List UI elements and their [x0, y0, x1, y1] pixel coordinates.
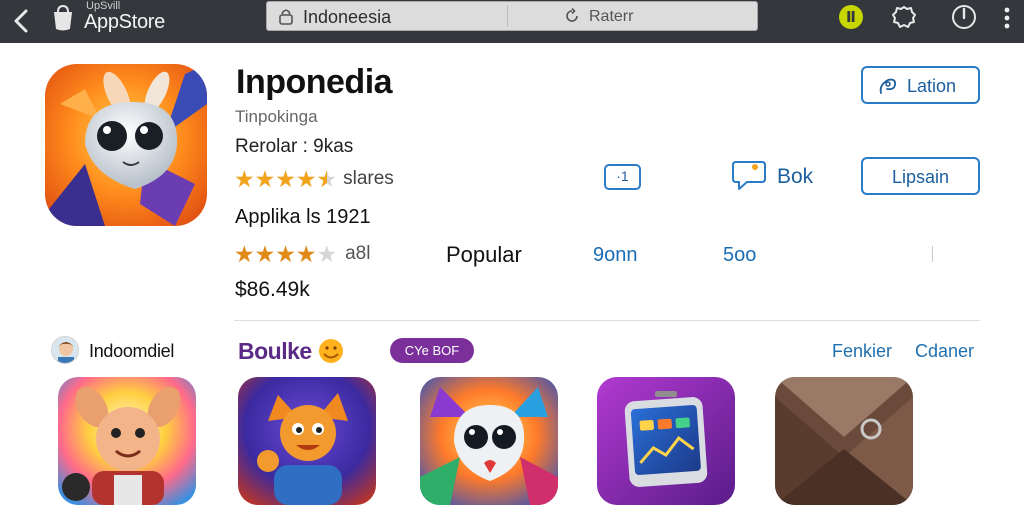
app-tile-4[interactable] — [597, 377, 735, 505]
star-rating-fill: ★★★★★ — [234, 167, 327, 191]
power-icon[interactable] — [950, 3, 978, 31]
app-tile-1[interactable] — [58, 377, 196, 505]
secondary-action-label: Lipsain — [891, 167, 950, 187]
store-name: AppStore — [84, 11, 165, 33]
orange-emoji-icon — [319, 339, 343, 363]
primary-action-label: Lation — [907, 76, 957, 96]
app-store-logo — [54, 4, 72, 31]
app-developer[interactable]: Tinpokinga — [235, 107, 318, 127]
phone-icon — [597, 377, 735, 505]
rating-row: ★★★★★★★★★★ slares — [234, 167, 394, 191]
refresh-label[interactable]: Raterr — [589, 8, 633, 26]
price-label: $86.49k — [235, 278, 310, 301]
secondary-rating-row: ★★★★★★★★★★ a8l — [234, 241, 370, 267]
rating-label: slares — [343, 168, 394, 189]
envelope-icon — [775, 377, 913, 505]
brand-label[interactable]: Boulke — [238, 337, 312, 365]
address-text: Indoneesia — [303, 7, 392, 27]
app-title: Inponedia — [236, 63, 393, 101]
app-category-line: Applika ls 1921 — [235, 206, 371, 228]
fox-character-icon — [238, 377, 376, 505]
app-icon — [45, 64, 207, 226]
share-button[interactable]: ·1 — [604, 164, 641, 190]
section-title: Indoomdiel — [89, 341, 175, 361]
address-divider — [507, 5, 508, 27]
promo-pill-label: CYe BOF — [404, 343, 460, 358]
secondary-star-rating: ★★★★★★★★★★ — [234, 241, 338, 267]
settings-icon[interactable] — [891, 4, 917, 30]
chat-icon[interactable] — [731, 158, 767, 192]
promo-pill[interactable]: CYe BOF — [390, 338, 474, 363]
stat-value-a[interactable]: 9onn — [593, 243, 638, 267]
popular-label: Popular — [446, 242, 522, 267]
cartoon-character-icon — [58, 377, 196, 505]
address-bar[interactable]: Indoneesia Raterr — [266, 1, 758, 31]
back-icon[interactable] — [8, 6, 34, 36]
stat-value-b[interactable]: 5oo — [723, 243, 756, 267]
section-link-a[interactable]: Fenkier — [832, 341, 892, 361]
stat-divider — [932, 246, 933, 262]
badge-icon[interactable]: Ⅱ — [839, 5, 863, 29]
kebab-menu-icon[interactable] — [998, 5, 1016, 31]
app-tile-2[interactable] — [238, 377, 376, 505]
top-bar: UpSvill AppStore Indoneesia Raterr Ⅱ — [0, 0, 1024, 43]
app-info-line: Rerolar : 9kas — [235, 136, 354, 157]
map-pin-icon — [879, 78, 897, 94]
lock-icon — [279, 9, 293, 25]
secondary-star-rating-fill: ★★★★★ — [234, 242, 317, 266]
secondary-rating-label: a8l — [345, 243, 371, 264]
refresh-icon[interactable] — [564, 8, 580, 24]
secondary-action-button[interactable]: Lipsain — [861, 157, 980, 195]
section-link-b[interactable]: Cdaner — [915, 341, 974, 361]
app-tile-5[interactable] — [775, 377, 913, 505]
star-rating: ★★★★★★★★★★ — [234, 166, 338, 192]
app-tile-3[interactable] — [420, 377, 558, 505]
primary-action-button[interactable]: Lation — [861, 66, 980, 104]
badge-glyph: Ⅱ — [846, 9, 856, 26]
section-divider — [234, 320, 980, 321]
alien-character-icon — [420, 377, 558, 505]
share-button-label: ·1 — [616, 168, 629, 184]
chat-label[interactable]: Bok — [777, 165, 813, 189]
avatar[interactable] — [51, 336, 79, 364]
